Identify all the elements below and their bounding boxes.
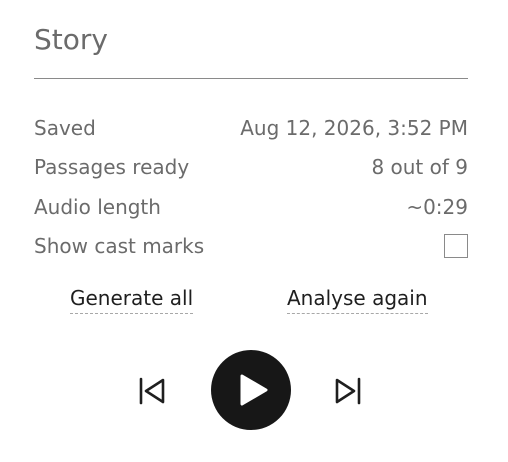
skip-previous-icon (139, 377, 165, 405)
skip-next-icon (335, 377, 361, 405)
skip-next-button[interactable] (332, 375, 364, 407)
saved-row: Saved Aug 12, 2026, 3:52 PM (34, 108, 468, 148)
cast-marks-row: Show cast marks (34, 227, 468, 267)
saved-value: Aug 12, 2026, 3:52 PM (240, 115, 468, 140)
audio-length-value: ~0:29 (406, 194, 468, 219)
audio-length-row: Audio length ~0:29 (34, 187, 468, 227)
passages-value: 8 out of 9 (371, 155, 468, 180)
passages-label: Passages ready (34, 155, 190, 180)
play-icon (240, 374, 268, 406)
cast-marks-checkbox[interactable] (444, 234, 468, 259)
analyse-again-button[interactable]: Analyse again (287, 286, 428, 314)
passages-row: Passages ready 8 out of 9 (34, 148, 468, 188)
audio-length-label: Audio length (34, 194, 161, 219)
saved-label: Saved (34, 115, 96, 140)
story-panel: Story Saved Aug 12, 2026, 3:52 PM Passag… (34, 0, 468, 462)
panel-title: Story (34, 23, 108, 56)
playback-controls (34, 350, 468, 432)
play-button[interactable] (211, 350, 291, 430)
skip-previous-button[interactable] (136, 375, 168, 407)
cast-marks-label: Show cast marks (34, 234, 205, 259)
action-links: Generate all Analyse again (70, 286, 442, 322)
details-list: Saved Aug 12, 2026, 3:52 PM Passages rea… (34, 108, 468, 266)
generate-all-button[interactable]: Generate all (70, 286, 194, 314)
title-divider (34, 78, 468, 79)
